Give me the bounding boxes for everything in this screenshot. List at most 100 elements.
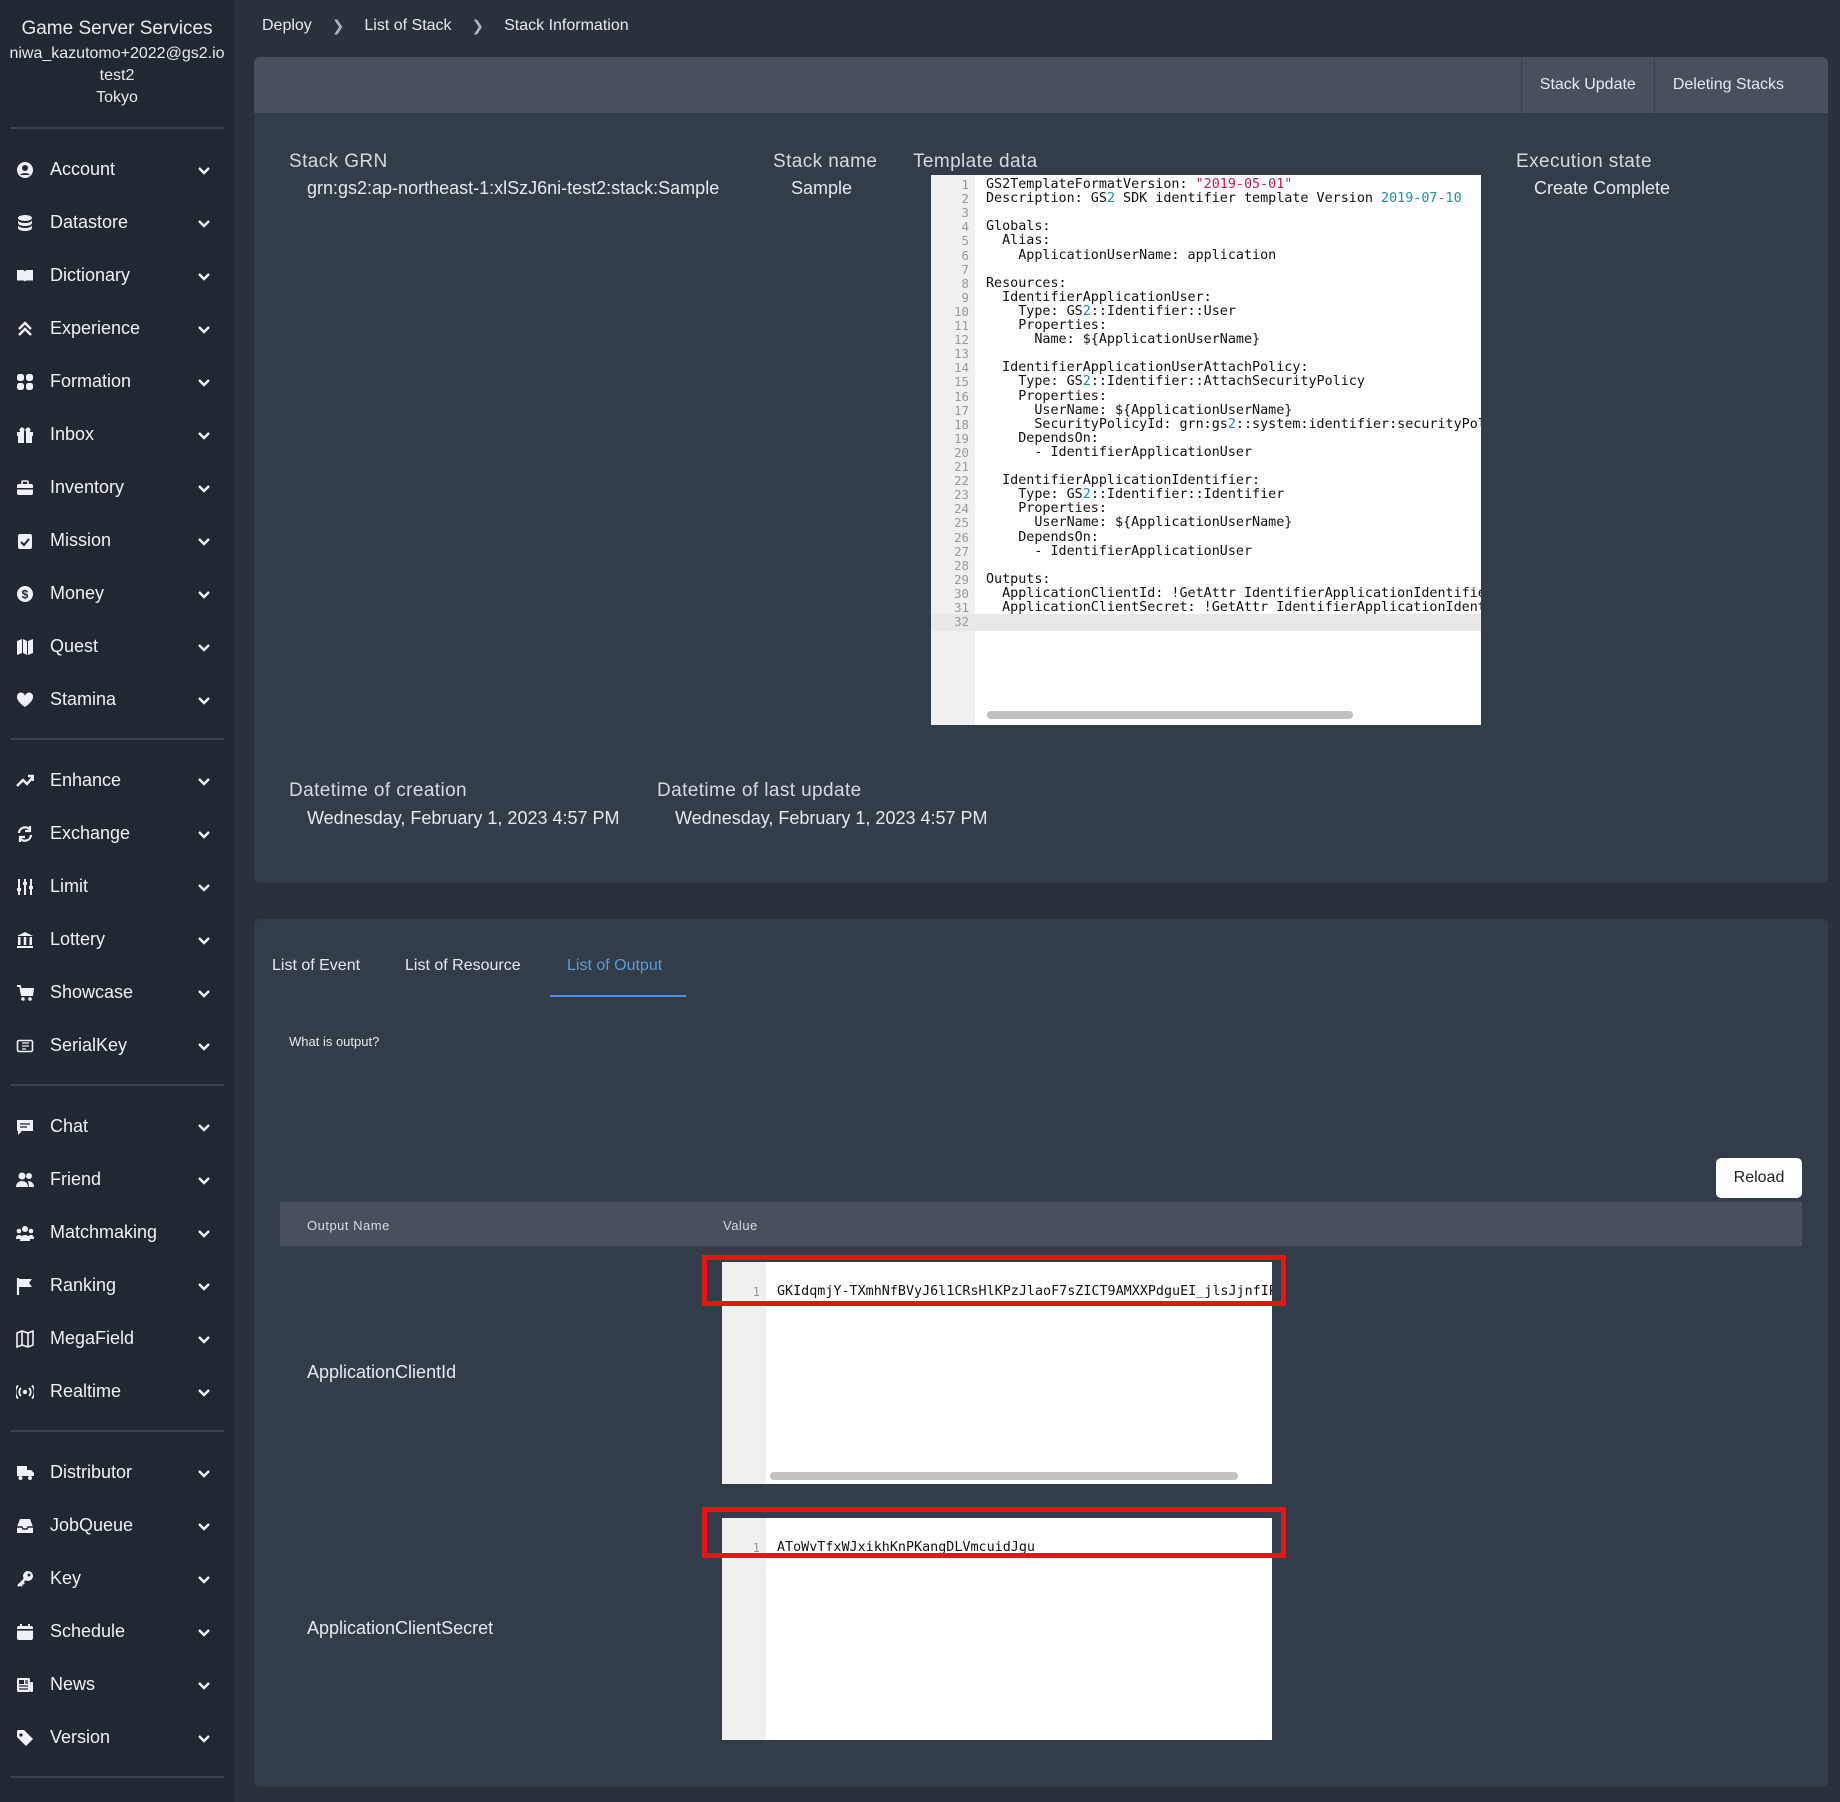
chevron-down-icon[interactable] xyxy=(196,773,212,789)
delete-stack-button[interactable]: Deleting Stacks xyxy=(1653,57,1816,113)
chevron-down-icon[interactable] xyxy=(196,826,212,842)
chevron-down-icon[interactable] xyxy=(196,480,212,496)
sidebar-item-quest[interactable]: Quest xyxy=(0,620,234,673)
sidebar-item-key[interactable]: Key xyxy=(0,1552,234,1605)
reload-button[interactable]: Reload xyxy=(1716,1158,1802,1198)
tab-list-of-event[interactable]: List of Event xyxy=(272,957,360,975)
sidebar-item-formation[interactable]: Formation xyxy=(0,355,234,408)
sidebar-item-label: Matchmaking xyxy=(50,1222,158,1242)
chevron-down-icon[interactable] xyxy=(196,1465,212,1481)
chevron-down-icon[interactable] xyxy=(196,1677,212,1693)
editor-horizontal-scrollbar[interactable] xyxy=(770,1472,1238,1480)
sidebar-item-datastore[interactable]: Datastore xyxy=(0,196,234,249)
tab-list-of-resource[interactable]: List of Resource xyxy=(405,957,521,975)
stack-update-button[interactable]: Stack Update xyxy=(1520,57,1654,113)
chevron-down-icon[interactable] xyxy=(196,692,212,708)
breadcrumb-deploy[interactable]: Deploy xyxy=(262,17,312,35)
truck-icon xyxy=(14,1462,36,1484)
nav-group-basic: Account Datastore Dictionary Experience Form… xyxy=(0,129,234,738)
highlight-box xyxy=(702,1507,1286,1558)
sidebar-item-exchange[interactable]: Exchange xyxy=(0,807,234,860)
what-is-output-link[interactable]: What is output? xyxy=(289,1034,379,1049)
output-name-cell: ApplicationClientSecret xyxy=(307,1618,494,1638)
chevron-down-icon[interactable] xyxy=(196,1518,212,1534)
chevron-down-icon[interactable] xyxy=(196,1571,212,1587)
execution-state-value: Create Complete xyxy=(1534,178,1671,198)
sidebar-item-money[interactable]: $ Money xyxy=(0,567,234,620)
sidebar-item-ranking[interactable]: Ranking xyxy=(0,1259,234,1312)
breadcrumb: Deploy ❯ List of Stack ❯ Stack Informati… xyxy=(262,14,629,38)
cart-icon xyxy=(14,982,36,1004)
sidebar-item-news[interactable]: News xyxy=(0,1658,234,1711)
chevron-right-icon: ❯ xyxy=(471,18,485,35)
sidebar-item-dictionary[interactable]: Dictionary xyxy=(0,249,234,302)
chevron-down-icon[interactable] xyxy=(196,1225,212,1241)
sidebar-item-lottery[interactable]: Lottery xyxy=(0,913,234,966)
sidebar-item-label: Mission xyxy=(50,530,112,550)
sidebar-item-matchmaking[interactable]: Matchmaking xyxy=(0,1206,234,1259)
chevron-down-icon[interactable] xyxy=(196,1384,212,1400)
project-name: test2 xyxy=(99,67,135,84)
chevron-down-icon[interactable] xyxy=(196,1278,212,1294)
sidebar-item-experience[interactable]: Experience xyxy=(0,302,234,355)
update-datetime-value: Wednesday, February 1, 2023 4:57 PM xyxy=(675,808,988,828)
map-icon xyxy=(14,636,36,658)
sidebar-item-label: Version xyxy=(50,1727,111,1747)
tab-list-of-output[interactable]: List of Output xyxy=(567,957,662,975)
outputs-table-header: Output Name Value xyxy=(280,1202,1802,1246)
chevron-down-icon[interactable] xyxy=(196,162,212,178)
sidebar-item-label: Money xyxy=(50,583,105,603)
chevron-down-icon[interactable] xyxy=(196,586,212,602)
sidebar-item-label: Key xyxy=(50,1568,82,1588)
sidebar-item-label: Distributor xyxy=(50,1462,133,1482)
sidebar-item-schedule[interactable]: Schedule xyxy=(0,1605,234,1658)
chevron-down-icon[interactable] xyxy=(196,427,212,443)
editor-horizontal-scrollbar[interactable] xyxy=(987,711,1353,719)
sidebar-item-megafield[interactable]: MegaField xyxy=(0,1312,234,1365)
sidebar-item-limit[interactable]: Limit xyxy=(0,860,234,913)
chevron-down-icon[interactable] xyxy=(196,1172,212,1188)
template-code-editor[interactable]: 1 GS2TemplateFormatVersion: "2019-05-01" 2… xyxy=(931,175,1481,725)
sidebar-item-showcase[interactable]: Showcase xyxy=(0,966,234,1019)
sidebar-item-version[interactable]: Version xyxy=(0,1711,234,1764)
breadcrumb-list-of-stack[interactable]: List of Stack xyxy=(364,17,451,35)
sidebar-item-label: Limit xyxy=(50,876,89,896)
exchange-icon xyxy=(14,823,36,845)
sidebar-item-label: Quest xyxy=(50,636,99,656)
sidebar-item-stamina[interactable]: Stamina xyxy=(0,673,234,726)
sidebar-item-serialkey[interactable]: SerialKey xyxy=(0,1019,234,1072)
sidebar-item-enhance[interactable]: Enhance xyxy=(0,754,234,807)
chevron-down-icon[interactable] xyxy=(196,215,212,231)
chevron-down-icon[interactable] xyxy=(196,321,212,337)
sidebar-item-realtime[interactable]: Realtime xyxy=(0,1365,234,1418)
chevron-down-icon[interactable] xyxy=(196,1038,212,1054)
sidebar-item-label: News xyxy=(50,1674,96,1694)
sidebar-item-label: Datastore xyxy=(50,212,129,232)
breadcrumb-stack-information: Stack Information xyxy=(504,17,629,34)
creation-datetime-label: Datetime of creation xyxy=(289,780,468,801)
creation-datetime-value: Wednesday, February 1, 2023 4:57 PM xyxy=(307,808,620,828)
sidebar-item-friend[interactable]: Friend xyxy=(0,1153,234,1206)
chevron-down-icon[interactable] xyxy=(196,1730,212,1746)
chevron-down-icon[interactable] xyxy=(196,1331,212,1347)
dollar-icon: $ xyxy=(14,583,36,605)
calendar-icon xyxy=(14,1621,36,1643)
sidebar-item-account[interactable]: Account xyxy=(0,143,234,196)
chevron-down-icon[interactable] xyxy=(196,268,212,284)
chevron-down-icon[interactable] xyxy=(196,1119,212,1135)
chevron-down-icon[interactable] xyxy=(196,533,212,549)
chat-icon xyxy=(14,1116,36,1138)
chevron-down-icon[interactable] xyxy=(196,374,212,390)
sidebar-item-chat[interactable]: Chat xyxy=(0,1100,234,1153)
chevron-down-icon[interactable] xyxy=(196,879,212,895)
sidebar-item-distributor[interactable]: Distributor xyxy=(0,1446,234,1499)
sidebar-item-mission[interactable]: Mission xyxy=(0,514,234,567)
sidebar-item-inbox[interactable]: Inbox xyxy=(0,408,234,461)
chevron-down-icon[interactable] xyxy=(196,639,212,655)
chevron-down-icon[interactable] xyxy=(196,985,212,1001)
sidebar-item-inventory[interactable]: Inventory xyxy=(0,461,234,514)
chevron-down-icon[interactable] xyxy=(196,1624,212,1640)
chevron-down-icon[interactable] xyxy=(196,932,212,948)
trending-up-icon xyxy=(14,770,36,792)
sidebar-item-jobqueue[interactable]: JobQueue xyxy=(0,1499,234,1552)
